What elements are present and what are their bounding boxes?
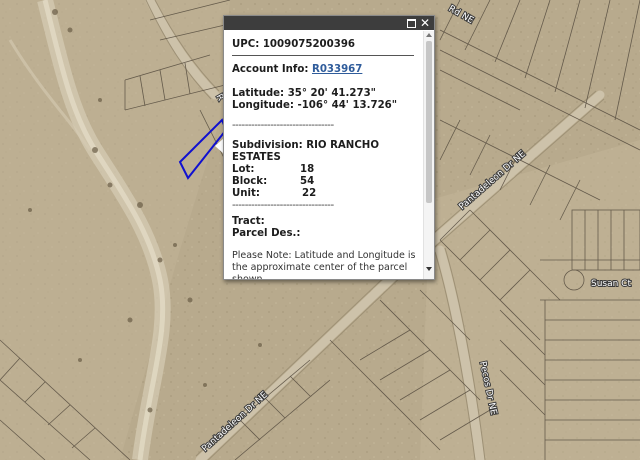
unit-row: Unit: 22	[232, 188, 423, 200]
longitude-value: -106° 44' 13.726"	[297, 100, 398, 111]
latitude-value: 35° 20' 41.273"	[287, 88, 376, 99]
dash-separator: --------------------------------	[232, 120, 334, 131]
block-row: Block: 54	[232, 176, 423, 188]
lot-value: 18	[300, 164, 315, 175]
block-value: 54	[300, 176, 315, 187]
scrollbar-thumb[interactable]	[426, 41, 432, 203]
upc-row: UPC: 1009075200396	[232, 39, 423, 51]
scroll-down-arrow-icon[interactable]	[426, 267, 432, 271]
account-label: Account Info:	[232, 64, 309, 75]
longitude-label: Longitude:	[232, 100, 294, 111]
lot-row: Lot: 18	[232, 164, 423, 176]
block-label: Block:	[232, 176, 268, 187]
road-label-susan-ct: Susan Ct	[591, 279, 631, 289]
parcel-des-label: Parcel Des.:	[232, 228, 301, 239]
longitude-row: Longitude: -106° 44' 13.726"	[232, 100, 423, 112]
account-row: Account Info: R033967	[232, 64, 423, 76]
upc-label: UPC:	[232, 39, 260, 50]
latitude-label: Latitude:	[232, 88, 285, 99]
dash-separator-2: --------------------------------	[232, 200, 334, 211]
lot-label: Lot:	[232, 164, 255, 175]
window-maximize-icon[interactable]	[404, 16, 418, 30]
parcel-info-popup: ✕ UPC: 1009075200396 Account Info: R0339…	[223, 15, 435, 280]
popup-scrollbar[interactable]	[423, 31, 434, 279]
upc-value: 1009075200396	[262, 39, 355, 50]
popup-titlebar: ✕	[224, 16, 434, 30]
popup-content: UPC: 1009075200396 Account Info: R033967…	[224, 31, 423, 279]
account-link[interactable]: R033967	[312, 64, 362, 75]
latitude-row: Latitude: 35° 20' 41.273"	[232, 88, 423, 100]
subdivision-value-line2: ESTATES	[232, 152, 281, 163]
subdivision-row: Subdivision: RIO RANCHO	[232, 140, 423, 152]
popup-divider	[232, 55, 414, 56]
tract-label: Tract:	[232, 216, 265, 227]
subdivision-value: RIO RANCHO	[306, 140, 379, 151]
subdivision-label: Subdivision:	[232, 140, 303, 151]
unit-value: 22	[302, 188, 317, 199]
coordinate-note: Please Note: Latitude and Longitude is t…	[232, 250, 416, 279]
scroll-up-arrow-icon[interactable]	[426, 33, 432, 37]
unit-label: Unit:	[232, 188, 260, 199]
close-icon[interactable]: ✕	[418, 16, 432, 30]
